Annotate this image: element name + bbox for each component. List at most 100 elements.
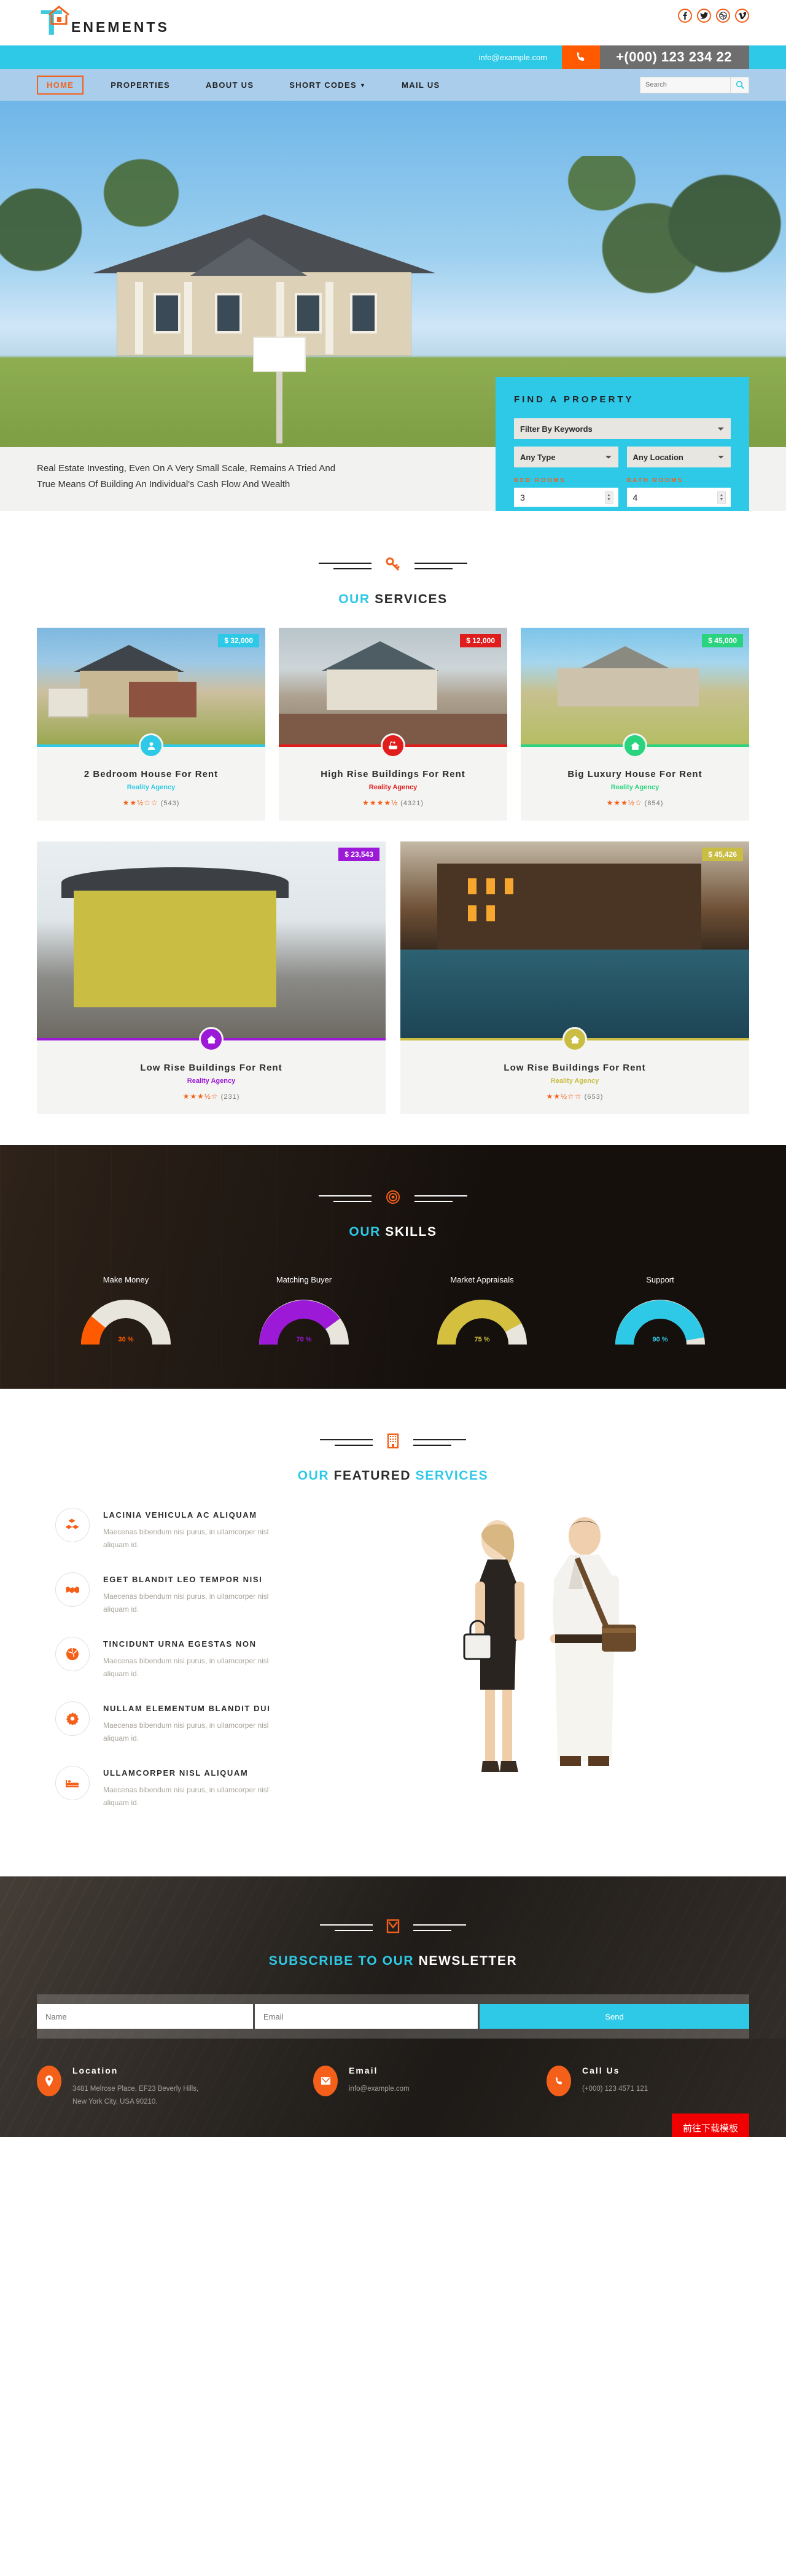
list-item[interactable]: NULLAM ELEMENTUM BLANDIT DUI Maecenas bi… [55,1701,405,1745]
bath-rooms-stepper[interactable]: ▲ ▼ [717,491,726,504]
property-title: Big Luxury House For Rent [567,769,702,779]
featured-heading-highlight: OUR [297,1469,330,1483]
featured-item-title: NULLAM ELEMENTUM BLANDIT DUI [103,1704,271,1713]
property-agency: Reality Agency [550,1077,599,1085]
footer-location: Location 3481 Melrose Place, EF23 Beverl… [37,2066,313,2109]
list-item[interactable]: LACINIA VEHICULA AC ALIQUAM Maecenas bib… [55,1508,405,1551]
footer-call-heading: Call Us [582,2066,620,2075]
bathtub-icon [381,733,405,758]
property-card[interactable]: $ 12,000 High Rise Buildings For Rent Re… [279,628,507,821]
bath-rooms-label: BATH ROOMS [626,477,684,484]
newsletter-name-input[interactable] [37,2004,253,2029]
hero-tagline-line2: True Means Of Building An Individual's C… [37,479,290,490]
twitter-icon[interactable] [697,9,711,23]
nav-item-home[interactable]: HOME [37,75,84,95]
property-photo: $ 32,000 [37,628,265,744]
property-photo: $ 45,000 [521,628,749,744]
nav-item-mail-us[interactable]: MAIL US [393,76,448,95]
skill-value: 70 % [296,1336,312,1343]
featured-item-desc: Maecenas bibendum nisi purus, in ullamco… [103,1786,269,1807]
featured-people-photo [405,1508,749,1852]
header-phone[interactable]: +(000) 123 234 22 [600,45,749,69]
search-icon[interactable] [731,76,749,93]
property-title: Low Rise Buildings For Rent [504,1063,646,1073]
featured-item-title: TINCIDUNT URNA EGESTAS NON [103,1639,257,1649]
featured-heading-highlight2: SERVICES [415,1469,489,1483]
globe-icon [55,1637,90,1671]
price-badge: $ 45,426 [702,848,743,861]
dribbble-icon[interactable] [716,9,730,23]
search-input[interactable] [640,76,731,93]
newsletter-email-input[interactable] [255,2004,478,2029]
rating-stars: ★★½☆☆ [546,1092,582,1101]
skill-label: Make Money [103,1275,149,1284]
bath-rooms-input[interactable] [626,488,731,507]
download-template-button[interactable]: 前往下载模板 [671,2113,749,2137]
gear-icon [55,1701,90,1736]
gauge-dial: 30 % [77,1293,175,1346]
footer-email-heading: Email [349,2066,378,2075]
skill-gauge: Market Appraisals 75 % [393,1275,571,1346]
facebook-icon[interactable] [678,9,692,23]
envelope-icon [386,1918,400,1937]
newsletter-form: Send [37,1994,749,2039]
rating-count: (231) [220,1093,240,1101]
footer-call: Call Us (+000) 123 4571 121 [547,2066,749,2109]
nav-item-properties[interactable]: PROPERTIES [102,76,179,95]
skill-value: 75 % [474,1336,490,1343]
nav-item-about-us[interactable]: ABOUT US [197,76,262,95]
footer-address-line2: New York City, USA 90210. [72,2098,158,2106]
rating-count: (653) [584,1093,604,1101]
featured-item-desc: Maecenas bibendum nisi purus, in ullamco… [103,1528,269,1549]
price-badge: $ 45,000 [702,634,743,647]
property-rating: ★★★½☆ (231) [43,1092,379,1101]
property-card[interactable]: $ 45,000 Big Luxury House For Rent Reali… [521,628,749,821]
rating-count: (4321) [400,800,424,807]
price-badge: $ 12,000 [460,634,501,647]
gauge-dial: 70 % [255,1293,353,1346]
property-card[interactable]: $ 45,426 Low Rise Buildings For Rent Rea… [400,841,749,1114]
rating-count: (543) [160,800,180,807]
logo-mark: T [37,4,76,41]
gauge-dial: 75 % [433,1293,531,1346]
footer-call-text[interactable]: (+000) 123 4571 121 [582,2083,648,2096]
phone-icon [547,2066,571,2096]
find-property-panel: FIND A PROPERTY Filter By Keywords Any T… [496,377,749,511]
property-title: 2 Bedroom House For Rent [84,769,219,779]
featured-item-title: LACINIA VEHICULA AC ALIQUAM [103,1510,257,1520]
vimeo-icon[interactable] [735,9,749,23]
list-item[interactable]: TINCIDUNT URNA EGESTAS NON Maecenas bibe… [55,1637,405,1680]
keyword-filter-select[interactable]: Filter By Keywords [514,418,731,439]
footer-email-text[interactable]: info@example.com [349,2083,410,2096]
featured-list: LACINIA VEHICULA AC ALIQUAM Maecenas bib… [37,1508,405,1852]
services-heading-rest: SERVICES [370,592,448,606]
property-agency: Reality Agency [368,784,418,791]
header-email[interactable]: info@example.com [479,45,562,69]
newsletter-send-button[interactable]: Send [480,2004,749,2029]
bed-rooms-label: BED ROOMS [514,477,566,484]
envelope-icon [313,2066,338,2096]
find-property-title: FIND A PROPERTY [514,394,634,405]
bed-rooms-stepper[interactable]: ▲ ▼ [604,491,613,504]
site-logo[interactable]: T ENEMENTS [37,4,169,41]
nav-search [640,76,749,93]
home-icon [199,1027,224,1052]
house-outline-icon [47,4,71,31]
list-item[interactable]: EGET BLANDIT LEO TEMPOR NISI Maecenas bi… [55,1572,405,1616]
bed-rooms-input[interactable] [514,488,618,507]
footer-columns: Location 3481 Melrose Place, EF23 Beverl… [37,2066,749,2109]
skills-heading-rest: SKILLS [380,1225,437,1239]
skill-label: Support [646,1275,674,1284]
bed-icon [55,1766,90,1800]
nav-item-short-codes[interactable]: SHORT CODES ▼ [281,76,375,95]
property-type-select[interactable]: Any Type [514,447,618,467]
skill-label: Market Appraisals [450,1275,514,1284]
newsletter-heading-highlight: SUBSCRIBE TO OUR [268,1954,414,1968]
property-card[interactable]: $ 23,543 Low Rise Buildings For Rent Rea… [37,841,386,1114]
skills-heading: OUR SKILLS [37,1181,749,1239]
property-card[interactable]: $ 32,000 2 Bedroom House For Rent Realit… [37,628,265,821]
newsletter-heading-rest: NEWSLETTER [414,1954,518,1968]
location-select[interactable]: Any Location [626,447,731,467]
price-badge: $ 32,000 [218,634,259,647]
list-item[interactable]: ULLAMCORPER NISL ALIQUAM Maecenas bibend… [55,1766,405,1809]
